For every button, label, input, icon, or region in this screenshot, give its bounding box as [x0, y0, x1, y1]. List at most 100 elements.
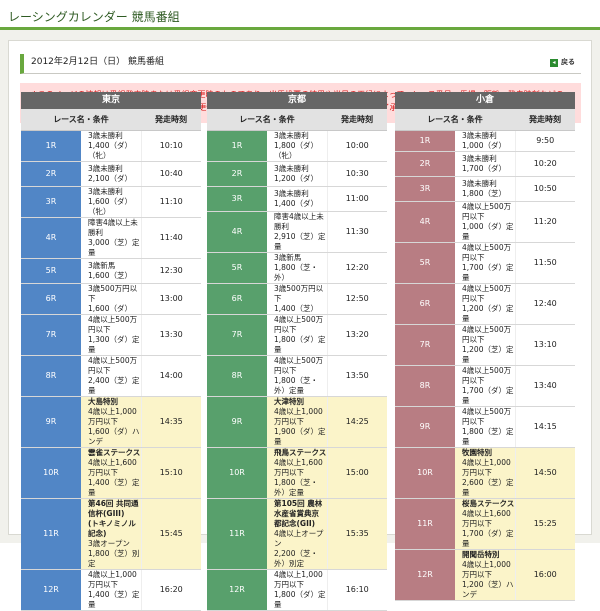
race-condition: 1,700（ダ）定量 [462, 262, 514, 282]
race-number[interactable]: 8R [207, 355, 267, 397]
race-condition: 3歳未勝利 [274, 188, 309, 198]
post-time: 12:40 [514, 283, 575, 325]
race-name[interactable]: 都記念(GII) [274, 519, 327, 529]
race-cell: 3歳500万円以下 1,400（芝） [267, 283, 327, 315]
race-number[interactable]: 1R [395, 130, 455, 152]
post-time: 13:20 [326, 314, 387, 356]
race-condition: 3歳新馬 [274, 252, 302, 262]
race-number[interactable]: 10R [207, 447, 267, 499]
race-number[interactable]: 4R [207, 211, 267, 253]
race-name[interactable]: 開聞岳特別 [462, 550, 515, 560]
race-number[interactable]: 2R [207, 161, 267, 187]
back-link[interactable]: ◂ 戻る [550, 57, 575, 67]
race-number[interactable]: 8R [395, 365, 455, 407]
race-number[interactable]: 2R [21, 161, 81, 187]
race-number[interactable]: 3R [21, 186, 81, 218]
post-time: 15:10 [140, 447, 201, 499]
race-number[interactable]: 6R [207, 283, 267, 315]
race-number[interactable]: 12R [207, 569, 267, 611]
page-subtitle: 2012年2月12日（日） 競馬番組 [20, 54, 581, 74]
race-name[interactable]: 第46回 共同通信杯(GIII) [88, 499, 141, 519]
race-number[interactable]: 7R [21, 314, 81, 356]
race-condition: 4歳以上1,000万円以下 [462, 559, 511, 579]
race-number[interactable]: 5R [21, 258, 81, 284]
race-row: 10R 雲雀ステークス 4歳以上1,600万円以下 1,400（芝）定量 15:10 [21, 447, 201, 499]
race-row: 7R 4歳以上500万円以下 1,300（ダ）定量 13:30 [21, 314, 201, 356]
race-row: 2R 3歳未勝利 2,100（ダ） 10:40 [21, 161, 201, 187]
race-number[interactable]: 10R [21, 447, 81, 499]
post-time: 11:30 [326, 211, 387, 253]
race-name[interactable]: 大津特別 [274, 397, 327, 407]
race-number[interactable]: 12R [395, 549, 455, 601]
post-time: 15:45 [140, 498, 201, 570]
post-time: 10:10 [140, 130, 201, 162]
post-time: 13:10 [514, 324, 575, 366]
race-name[interactable]: 雲雀ステークス [88, 448, 141, 458]
race-condition: 3歳未勝利 [88, 186, 123, 196]
race-condition: 1,200（芝）ハンデ [462, 579, 514, 599]
post-time: 16:00 [514, 549, 575, 601]
race-cell: 3歳未勝利 1,800（ダ）（牝） [267, 130, 327, 162]
race-number[interactable]: 1R [21, 130, 81, 162]
race-number[interactable]: 4R [21, 217, 81, 259]
race-cell: 大島特別 4歳以上1,000万円以下 1,600（ダ）ハンデ [81, 396, 141, 448]
race-cell: 4歳以上1,000万円以下 1,400（芝）定量 [81, 569, 141, 611]
race-name[interactable]: 飛鳥ステークス [274, 448, 327, 458]
race-number[interactable]: 6R [21, 283, 81, 315]
race-condition: 4歳以上1,000万円以下 [274, 406, 323, 426]
race-number[interactable]: 3R [395, 176, 455, 202]
race-condition: 3歳未勝利 [462, 130, 497, 140]
page-header: レーシングカレンダー 競馬番組 [0, 0, 600, 30]
race-number[interactable]: 10R [395, 447, 455, 499]
race-name[interactable]: 第105回 農林水産省賞典京 [274, 499, 327, 519]
post-time: 15:35 [326, 498, 387, 570]
race-cell: 4歳以上500万円以下 2,400（芝）定量 [81, 355, 141, 397]
race-condition: 1,400（芝）定量 [88, 589, 140, 609]
race-number[interactable]: 4R [395, 201, 455, 243]
race-name[interactable]: 牧園特別 [462, 448, 515, 458]
race-row: 9R 大津特別 4歳以上1,000万円以下 1,900（ダ）定量 14:25 [207, 396, 387, 448]
post-time: 13:00 [140, 283, 201, 315]
race-number[interactable]: 11R [21, 498, 81, 570]
race-cell: 4歳以上500万円以下 1,800（芝）定量 [455, 406, 515, 448]
race-cell: 4歳以上500万円以下 1,200（ダ）定量 [455, 283, 515, 325]
race-name[interactable]: 大島特別 [88, 397, 141, 407]
race-cell: 3歳新馬 1,800（芝・外） [267, 252, 327, 284]
race-number[interactable]: 9R [21, 396, 81, 448]
race-number[interactable]: 7R [395, 324, 455, 366]
venue-title: 小倉 [395, 92, 575, 109]
race-number[interactable]: 9R [207, 396, 267, 448]
race-table: レース名・条件 発走時刻 1R 3歳未勝利 1,000（ダ） 9:50 2R 3歳未勝利 1,7… [395, 109, 575, 601]
race-number[interactable]: 1R [207, 130, 267, 162]
race-condition: 4歳以上500万円以下 [274, 314, 324, 334]
race-number[interactable]: 8R [21, 355, 81, 397]
race-row: 9R 4歳以上500万円以下 1,800（芝）定量 14:15 [395, 406, 575, 448]
race-name[interactable]: (トキノミノル記念) [88, 519, 141, 539]
race-number[interactable]: 7R [207, 314, 267, 356]
post-time: 12:30 [140, 258, 201, 284]
post-time: 11:10 [140, 186, 201, 218]
race-cell: 4歳以上500万円以下 1,700（ダ）定量 [455, 365, 515, 407]
race-condition: 1,900（ダ）定量 [274, 426, 326, 446]
race-cell: 3歳未勝利 1,600（ダ）（牝） [81, 186, 141, 218]
race-number[interactable]: 3R [207, 186, 267, 212]
race-number[interactable]: 5R [207, 252, 267, 284]
race-number[interactable]: 5R [395, 242, 455, 284]
race-number[interactable]: 6R [395, 283, 455, 325]
race-name[interactable]: 桜島ステークス [462, 499, 515, 509]
venue-title: 京都 [207, 92, 387, 109]
post-time: 11:20 [514, 201, 575, 243]
race-row: 11R 第105回 農林水産省賞典京 都記念(GII) 4歳以上オープン 2,200（芝… [207, 498, 387, 570]
post-time: 15:00 [326, 447, 387, 499]
race-number[interactable]: 11R [395, 498, 455, 550]
race-number[interactable]: 2R [395, 151, 455, 177]
race-number[interactable]: 12R [21, 569, 81, 611]
race-number[interactable]: 9R [395, 406, 455, 448]
race-condition: 1,600（ダ）（牝） [88, 196, 132, 216]
post-time: 10:30 [326, 161, 387, 187]
race-number[interactable]: 11R [207, 498, 267, 570]
race-row: 12R 4歳以上1,000万円以下 1,800（ダ）定量 16:10 [207, 569, 387, 611]
race-row: 4R 4歳以上500万円以下 1,000（ダ）定量 11:20 [395, 201, 575, 243]
race-condition: 1,800（ダ）定量 [274, 589, 326, 609]
race-condition: 4歳以上500万円以下 [462, 242, 512, 262]
